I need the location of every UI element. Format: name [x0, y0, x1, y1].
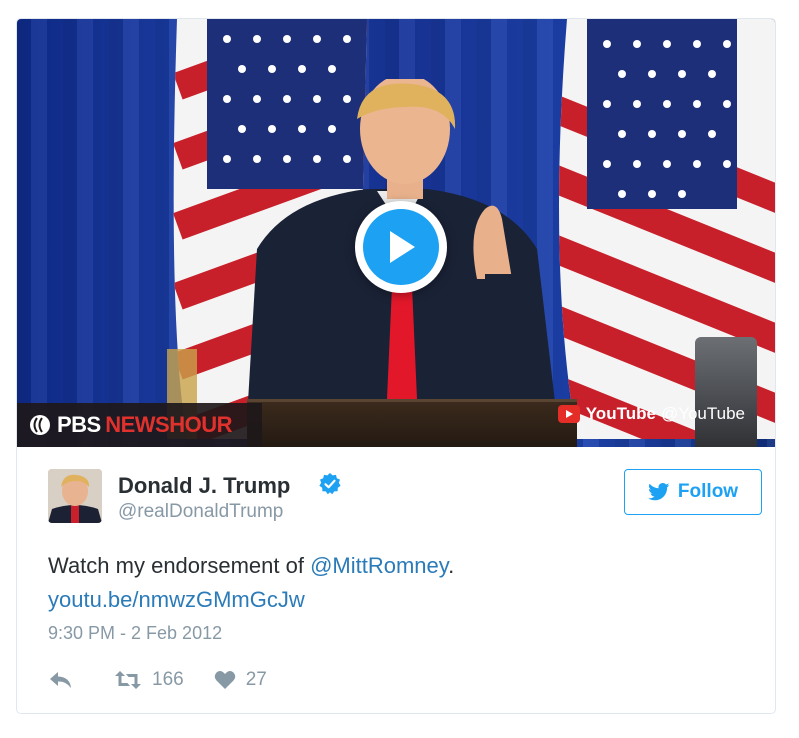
play-button[interactable]: [355, 201, 447, 293]
like-button[interactable]: 27: [214, 669, 267, 691]
play-icon: [363, 209, 439, 285]
podium: [247, 399, 577, 447]
follow-label: Follow: [677, 481, 739, 502]
tweet-actions: 166 27: [48, 665, 297, 695]
youtube-handle: @YouTube: [660, 404, 745, 423]
youtube-attribution[interactable]: YouTube @YouTube: [557, 404, 745, 424]
retweet-count: 166: [152, 669, 184, 690]
youtube-url-link[interactable]: youtu.be/nmwzGMmGcJw: [48, 587, 305, 612]
youtube-icon: [557, 405, 580, 423]
twitter-bird-icon: [648, 483, 670, 501]
follow-button[interactable]: Follow: [624, 469, 762, 515]
pbs-label: PBS: [57, 412, 101, 437]
reply-button[interactable]: [48, 670, 84, 690]
timestamp[interactable]: 9:30 PM - 2 Feb 2012: [48, 623, 222, 644]
retweet-icon: [115, 671, 141, 689]
newshour-label: NEWSHOUR: [105, 412, 232, 437]
tweet-text-end: .: [448, 553, 455, 578]
like-count: 27: [245, 669, 267, 690]
tweet-text-start: Watch my endorsement of: [48, 553, 311, 578]
youtube-brand: YouTube: [585, 404, 656, 423]
tweet-text: Watch my endorsement of @MittRomney. you…: [48, 549, 748, 617]
microphone: [695, 337, 757, 447]
video-thumbnail[interactable]: PBS NEWSHOUR YouTube @YouTube: [17, 19, 775, 447]
avatar[interactable]: [48, 469, 102, 523]
tweet-card: PBS NEWSHOUR YouTube @YouTube Donald J. …: [16, 18, 776, 714]
verified-badge-icon: [318, 472, 342, 496]
mention-link[interactable]: @MittRomney: [310, 553, 448, 578]
retweet-button[interactable]: 166: [114, 669, 184, 691]
heart-icon: [214, 671, 235, 689]
display-name[interactable]: Donald J. Trump: [118, 473, 290, 499]
reply-icon: [50, 672, 71, 688]
pbs-newshour-logo: PBS NEWSHOUR: [17, 403, 262, 447]
user-handle[interactable]: @realDonaldTrump: [118, 501, 283, 523]
pbs-head-icon: [29, 414, 51, 436]
tweet-header: Donald J. Trump @realDonaldTrump Follow: [48, 469, 762, 529]
